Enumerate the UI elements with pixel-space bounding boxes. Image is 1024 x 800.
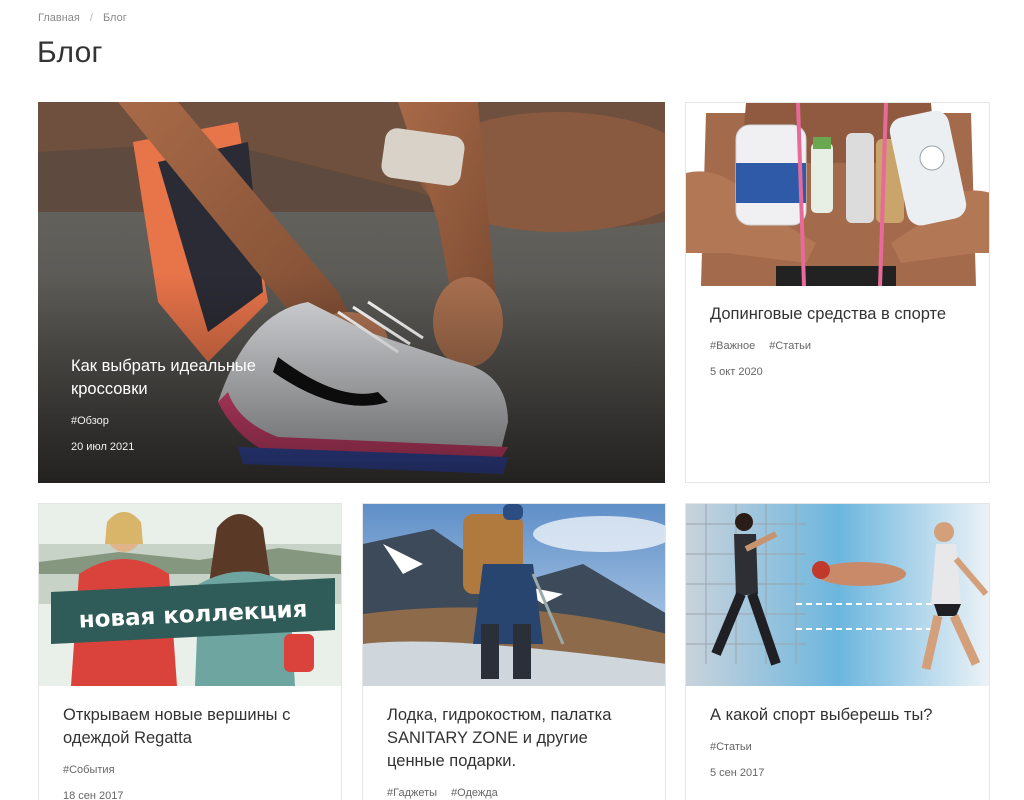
post-title[interactable]: Допинговые средства в спорте <box>710 303 965 326</box>
post-body: Лодка, гидрокостюм, палатка SANITARY ZON… <box>363 704 665 799</box>
post-image-hiker[interactable] <box>363 504 665 686</box>
post-tag[interactable]: #Статьи <box>769 340 811 352</box>
post-tags: #Обзор <box>71 415 331 427</box>
post-tag[interactable]: #Статьи <box>710 741 752 753</box>
post-title[interactable]: Лодка, гидрокостюм, палатка SANITARY ZON… <box>387 704 641 773</box>
post-date: 5 сен 2017 <box>710 767 765 779</box>
post-tags: #Статьи <box>710 741 965 753</box>
post-card-featured-text: Как выбрать идеальные кроссовки #Обзор 2… <box>71 355 331 453</box>
post-tag[interactable]: #Одежда <box>451 787 498 799</box>
breadcrumb-current: Блог <box>102 12 127 24</box>
post-image-sports-collage[interactable] <box>686 504 989 686</box>
post-title[interactable]: Как выбрать идеальные кроссовки <box>71 355 331 401</box>
post-tag[interactable]: #Важное <box>710 340 755 352</box>
post-title[interactable]: А какой спорт выберешь ты? <box>710 704 965 727</box>
post-tags: #Гаджеты #Одежда <box>387 787 641 799</box>
post-tags: #Важное #Статьи <box>710 340 965 352</box>
post-card[interactable]: Лодка, гидрокостюм, палатка SANITARY ZON… <box>362 503 666 800</box>
post-tag[interactable]: #События <box>63 764 115 776</box>
post-date: 18 сен 2017 <box>63 790 124 800</box>
post-card-featured[interactable]: Как выбрать идеальные кроссовки #Обзор 2… <box>38 102 665 483</box>
page-title: Блог <box>37 36 103 69</box>
post-image-supplements[interactable] <box>686 103 989 286</box>
breadcrumb: Главная / Блог <box>38 12 127 24</box>
breadcrumb-home-link[interactable]: Главная <box>38 12 80 24</box>
breadcrumb-separator: / <box>89 12 93 24</box>
post-card[interactable]: Допинговые средства в спорте #Важное #Ст… <box>685 102 990 483</box>
post-body: Открываем новые вершины с одеждой Regatt… <box>39 704 341 800</box>
post-body: А какой спорт выберешь ты? #Статьи 5 сен… <box>686 704 989 779</box>
post-tags: #События <box>63 764 317 776</box>
post-title[interactable]: Открываем новые вершины с одеждой Regatt… <box>63 704 317 750</box>
post-date: 5 окт 2020 <box>710 366 763 378</box>
post-tag[interactable]: #Гаджеты <box>387 787 437 799</box>
post-tag[interactable]: #Обзор <box>71 415 109 427</box>
post-image-regatta[interactable]: новая коллекция <box>39 504 341 686</box>
post-card[interactable]: новая коллекция Открываем новые вершины … <box>38 503 342 800</box>
post-date: 20 июл 2021 <box>71 441 135 453</box>
post-body: Допинговые средства в спорте #Важное #Ст… <box>686 303 989 378</box>
post-card[interactable]: А какой спорт выберешь ты? #Статьи 5 сен… <box>685 503 990 800</box>
